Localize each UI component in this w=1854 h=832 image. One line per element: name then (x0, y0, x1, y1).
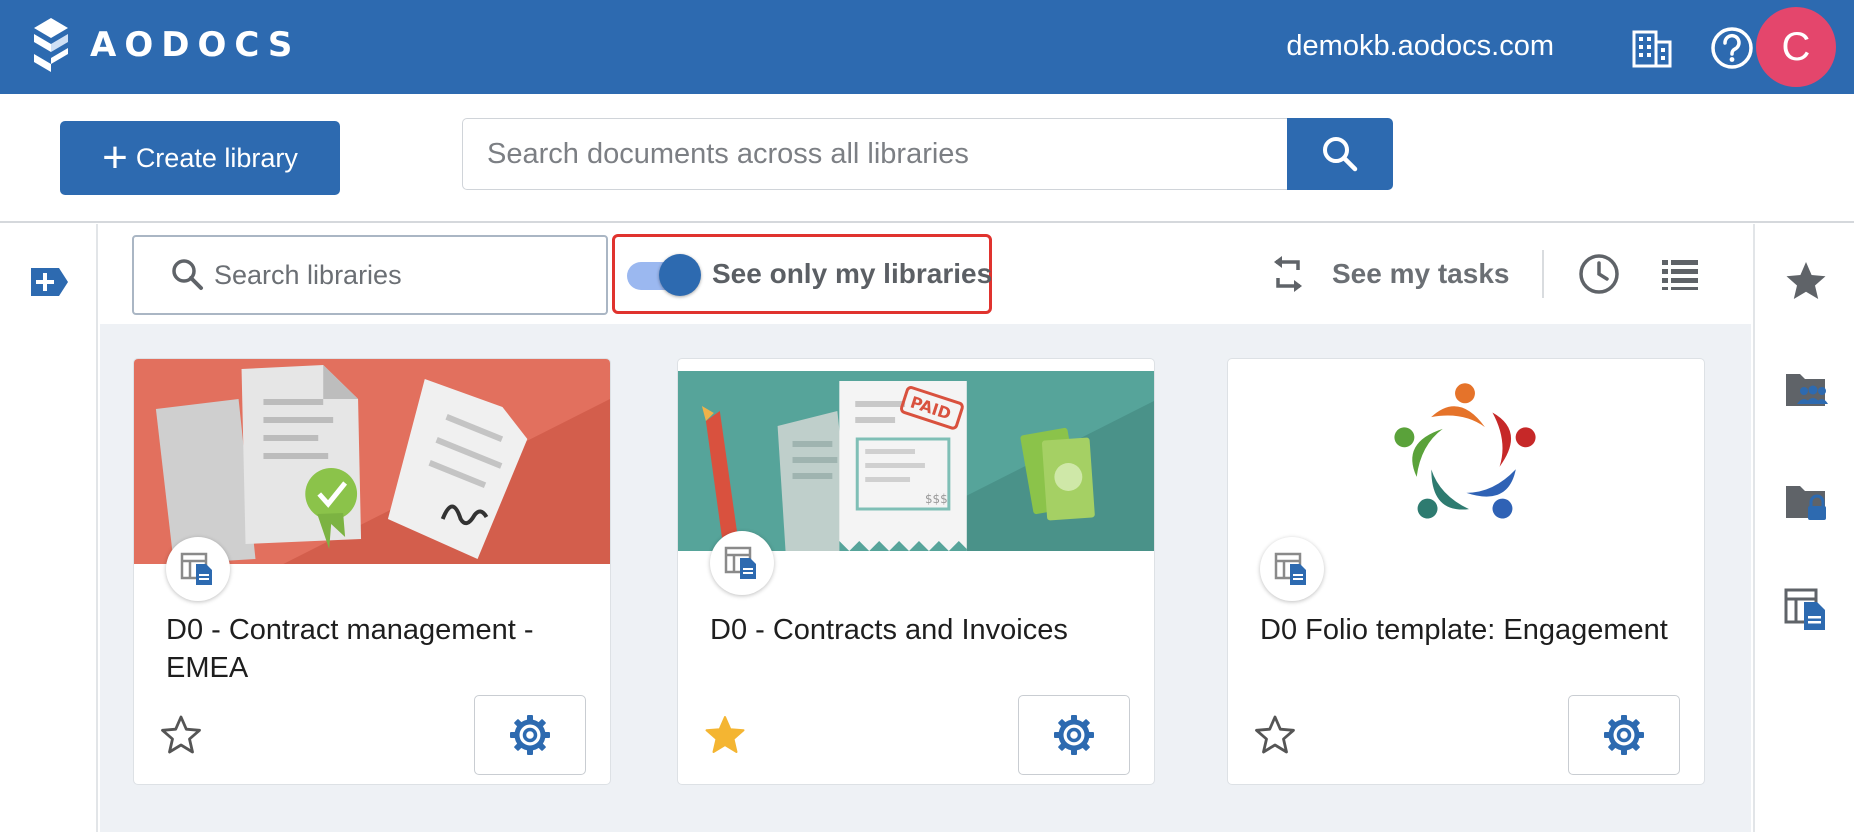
library-doc-icon[interactable] (1783, 586, 1829, 632)
add-tag-icon[interactable] (28, 264, 70, 300)
library-type-icon (1260, 537, 1324, 601)
action-header: + Create library (0, 94, 1854, 223)
locked-folder-icon[interactable] (1783, 478, 1829, 524)
library-settings-button[interactable] (1568, 695, 1680, 775)
people-circle-logo (1394, 383, 1536, 519)
library-card[interactable]: D0 - Contract management - EMEA (133, 358, 611, 785)
toolbar-divider (1542, 250, 1544, 298)
search-icon (1323, 137, 1358, 172)
toggle-knob[interactable] (659, 254, 701, 296)
clock-icon[interactable] (1577, 252, 1621, 296)
right-rail (1753, 224, 1854, 832)
brand-name: AODOCS (90, 25, 301, 65)
library-toolbar: See only my libraries See my tasks (100, 224, 1751, 324)
domain-label: demokb.aodocs.com (1286, 30, 1554, 62)
see-my-tasks-button[interactable]: See my tasks (1268, 244, 1509, 304)
global-search-input[interactable] (463, 119, 1287, 189)
global-search-button[interactable] (1287, 118, 1393, 190)
star-outline-icon[interactable] (160, 714, 202, 756)
gear-icon (1054, 715, 1094, 755)
my-libraries-toggle-group: See only my libraries (612, 234, 992, 314)
search-icon (172, 259, 203, 290)
create-library-label: Create library (135, 142, 298, 173)
invoices-illustration: $$$ PAID (678, 371, 1154, 551)
library-title[interactable]: D0 Folio template: Engagement (1260, 611, 1680, 649)
gear-icon (510, 715, 550, 755)
library-settings-button[interactable] (1018, 695, 1130, 775)
library-card[interactable]: $$$ PAID D0 - Contracts and Invoices (677, 358, 1155, 785)
library-title[interactable]: D0 - Contracts and Invoices (710, 611, 1130, 649)
library-area: See only my libraries See my tasks (100, 224, 1751, 832)
library-search-input[interactable] (214, 259, 594, 291)
shared-folder-icon[interactable] (1783, 366, 1829, 412)
help-icon[interactable] (1708, 24, 1756, 72)
gear-icon (1604, 715, 1644, 755)
brand[interactable]: AODOCS (30, 18, 300, 72)
global-search-box (462, 118, 1287, 190)
top-bar: AODOCS demokb.aodocs.com C (0, 0, 1854, 94)
star-filled-icon[interactable] (704, 714, 746, 756)
create-library-button[interactable]: + Create library (60, 121, 340, 195)
list-view-icon[interactable] (1658, 252, 1702, 296)
left-rail (0, 224, 98, 832)
my-libraries-toggle-label[interactable]: See only my libraries (712, 258, 992, 290)
avatar[interactable]: C (1756, 7, 1836, 87)
library-type-icon (710, 531, 774, 595)
library-search-box (132, 235, 608, 315)
domain-icon[interactable] (1628, 24, 1676, 72)
star-outline-icon[interactable] (1254, 714, 1296, 756)
see-my-tasks-label: See my tasks (1332, 258, 1510, 289)
library-title[interactable]: D0 - Contract management - EMEA (166, 611, 586, 687)
aodocs-logo-icon (34, 18, 68, 72)
library-type-icon (166, 537, 230, 601)
library-settings-button[interactable] (474, 695, 586, 775)
plus-icon: + (102, 133, 128, 182)
star-icon[interactable] (1783, 258, 1829, 304)
library-card[interactable]: D0 Folio template: Engagement (1227, 358, 1705, 785)
svg-text:$$$: $$$ (925, 492, 948, 506)
sync-icon (1274, 256, 1302, 292)
contracts-illustration (134, 359, 610, 564)
